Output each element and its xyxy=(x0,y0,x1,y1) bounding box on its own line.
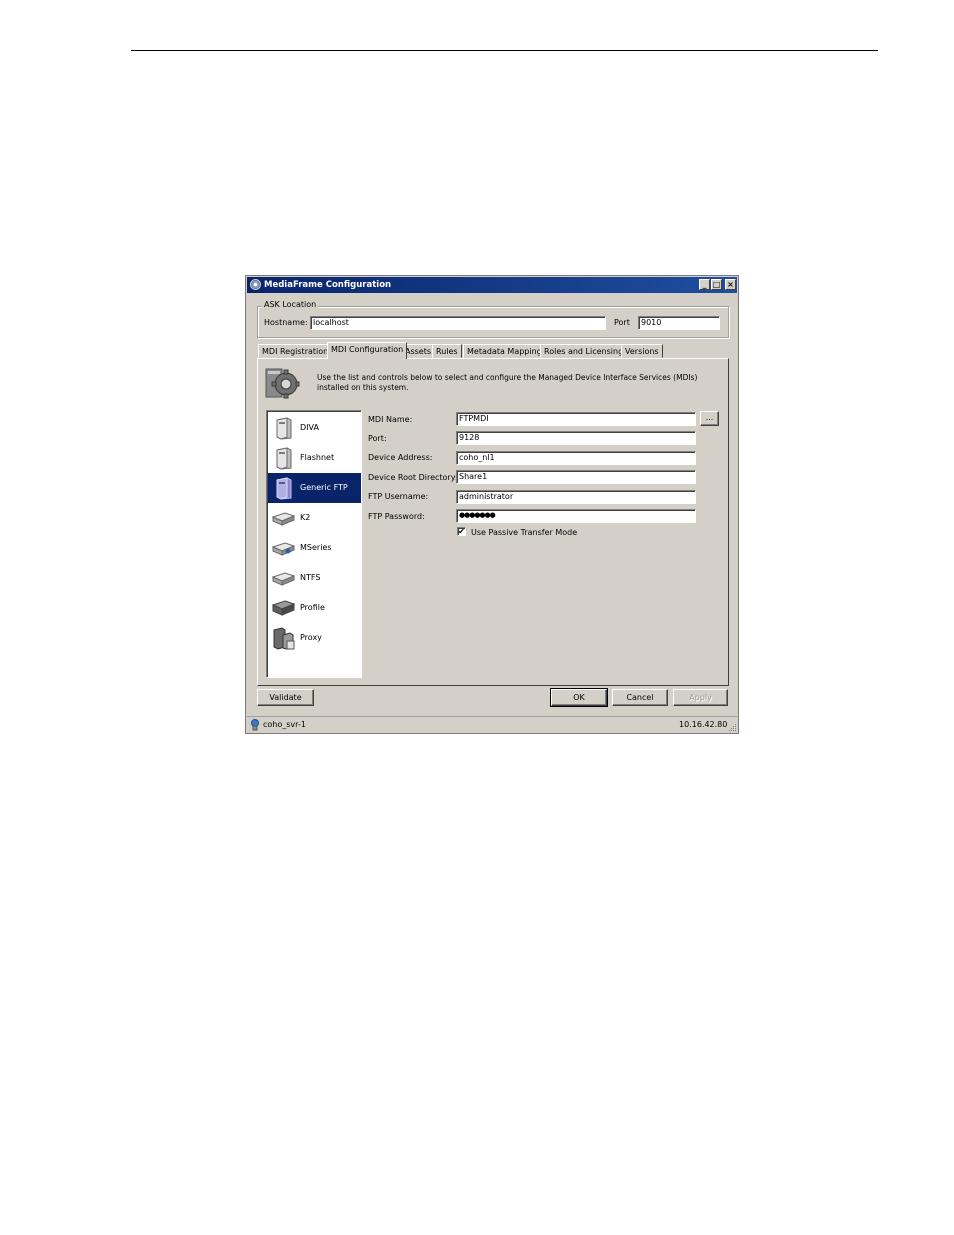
resize-grip-icon[interactable] xyxy=(728,723,737,732)
mdi-name-label: MDI Name: xyxy=(368,415,413,424)
mdi-item-k2[interactable]: K2 xyxy=(268,503,361,533)
page-header-rule xyxy=(131,50,878,51)
minimize-button[interactable]: _ xyxy=(699,279,710,290)
mediaframe-configuration-window: MediaFrame Configuration _ □ × ASK Locat… xyxy=(245,275,739,734)
tab-mdi-registration[interactable]: MDI Registration xyxy=(258,344,333,358)
mdi-item-label: Flashnet xyxy=(300,453,335,462)
passive-mode-checkbox[interactable]: ✔ xyxy=(457,527,466,536)
hostname-input[interactable]: localhost xyxy=(310,316,606,330)
apply-button[interactable]: Apply xyxy=(673,689,728,706)
mdi-item-label: K2 xyxy=(300,513,311,522)
server-tower-icon xyxy=(276,417,292,440)
mdi-item-generic-ftp[interactable]: Generic FTP xyxy=(268,473,361,503)
window-title: MediaFrame Configuration xyxy=(264,280,392,290)
ask-port-input[interactable]: 9010 xyxy=(638,316,720,330)
title-bar: MediaFrame Configuration _ □ × xyxy=(247,277,737,293)
gear-icon xyxy=(265,368,300,399)
mdi-item-proxy[interactable]: Proxy xyxy=(268,623,361,653)
tab-roles-and-licensing[interactable]: Roles and Licensing xyxy=(540,344,628,358)
mdi-item-flashnet[interactable]: Flashnet xyxy=(268,443,361,473)
drive-icon xyxy=(271,542,295,556)
mdi-configuration-panel: Use the list and controls below to selec… xyxy=(257,358,729,686)
app-icon xyxy=(250,279,261,290)
mdi-item-profile[interactable]: Profile xyxy=(268,593,361,623)
port-input[interactable]: 9128 xyxy=(456,431,696,445)
mdi-item-label: NTFS xyxy=(300,573,321,582)
drive-icon xyxy=(271,512,295,526)
intro-text: Use the list and controls below to selec… xyxy=(317,373,698,392)
ftp-password-label: FTP Password: xyxy=(368,512,425,521)
mdi-item-label: Proxy xyxy=(300,633,322,642)
status-bar: coho_svr-1 10.16.42.80 xyxy=(247,716,737,734)
tab-mdi-configuration[interactable]: MDI Configuration xyxy=(327,342,408,359)
mdi-list[interactable]: DIVA Flashnet Generic FTP K2 MSeries NTF… xyxy=(266,410,362,678)
device-root-directory-label: Device Root Directory: xyxy=(368,473,458,482)
cancel-button[interactable]: Cancel xyxy=(612,689,668,706)
mdi-item-label: Profile xyxy=(300,603,325,612)
tab-versions[interactable]: Versions xyxy=(621,344,663,358)
server-tower-icon xyxy=(276,477,292,500)
ok-button[interactable]: OK xyxy=(550,688,608,707)
validate-button[interactable]: Validate xyxy=(257,689,314,706)
ftp-password-input[interactable]: ●●●●●●● xyxy=(456,509,696,523)
mdi-item-ntfs[interactable]: NTFS xyxy=(268,563,361,593)
server-cluster-icon xyxy=(273,627,295,650)
device-address-input[interactable]: coho_nl1 xyxy=(456,451,696,465)
status-ip-address: 10.16.42.80 xyxy=(679,720,728,729)
device-root-directory-input[interactable]: Share1 xyxy=(456,470,696,484)
mdi-item-label: DIVA xyxy=(300,423,319,432)
tab-rules[interactable]: Rules xyxy=(432,344,462,358)
close-button[interactable]: × xyxy=(725,279,736,290)
hostname-label: Hostname: xyxy=(264,318,308,327)
drive-icon xyxy=(271,600,295,616)
mdi-item-label: Generic FTP xyxy=(300,483,348,492)
ftp-username-input[interactable]: administrator xyxy=(456,490,696,504)
ask-port-label: Port xyxy=(614,318,630,327)
drive-icon xyxy=(271,572,295,586)
server-status-icon xyxy=(251,719,259,731)
browse-button[interactable]: ... xyxy=(700,411,719,426)
mdi-name-input[interactable]: FTPMDI xyxy=(456,412,696,426)
tab-metadata-mapping[interactable]: Metadata Mapping xyxy=(463,344,546,358)
maximize-button[interactable]: □ xyxy=(711,279,722,290)
status-server-name: coho_svr-1 xyxy=(263,720,306,729)
port-label: Port: xyxy=(368,434,387,443)
ftp-username-label: FTP Username: xyxy=(368,492,429,501)
mdi-item-mseries[interactable]: MSeries xyxy=(268,533,361,563)
mdi-item-label: MSeries xyxy=(300,543,332,552)
server-tower-icon xyxy=(276,447,292,470)
mdi-item-diva[interactable]: DIVA xyxy=(268,413,361,443)
ask-location-legend: ASK Location xyxy=(262,300,319,309)
device-address-label: Device Address: xyxy=(368,453,433,462)
passive-mode-label: Use Passive Transfer Mode xyxy=(471,528,578,537)
